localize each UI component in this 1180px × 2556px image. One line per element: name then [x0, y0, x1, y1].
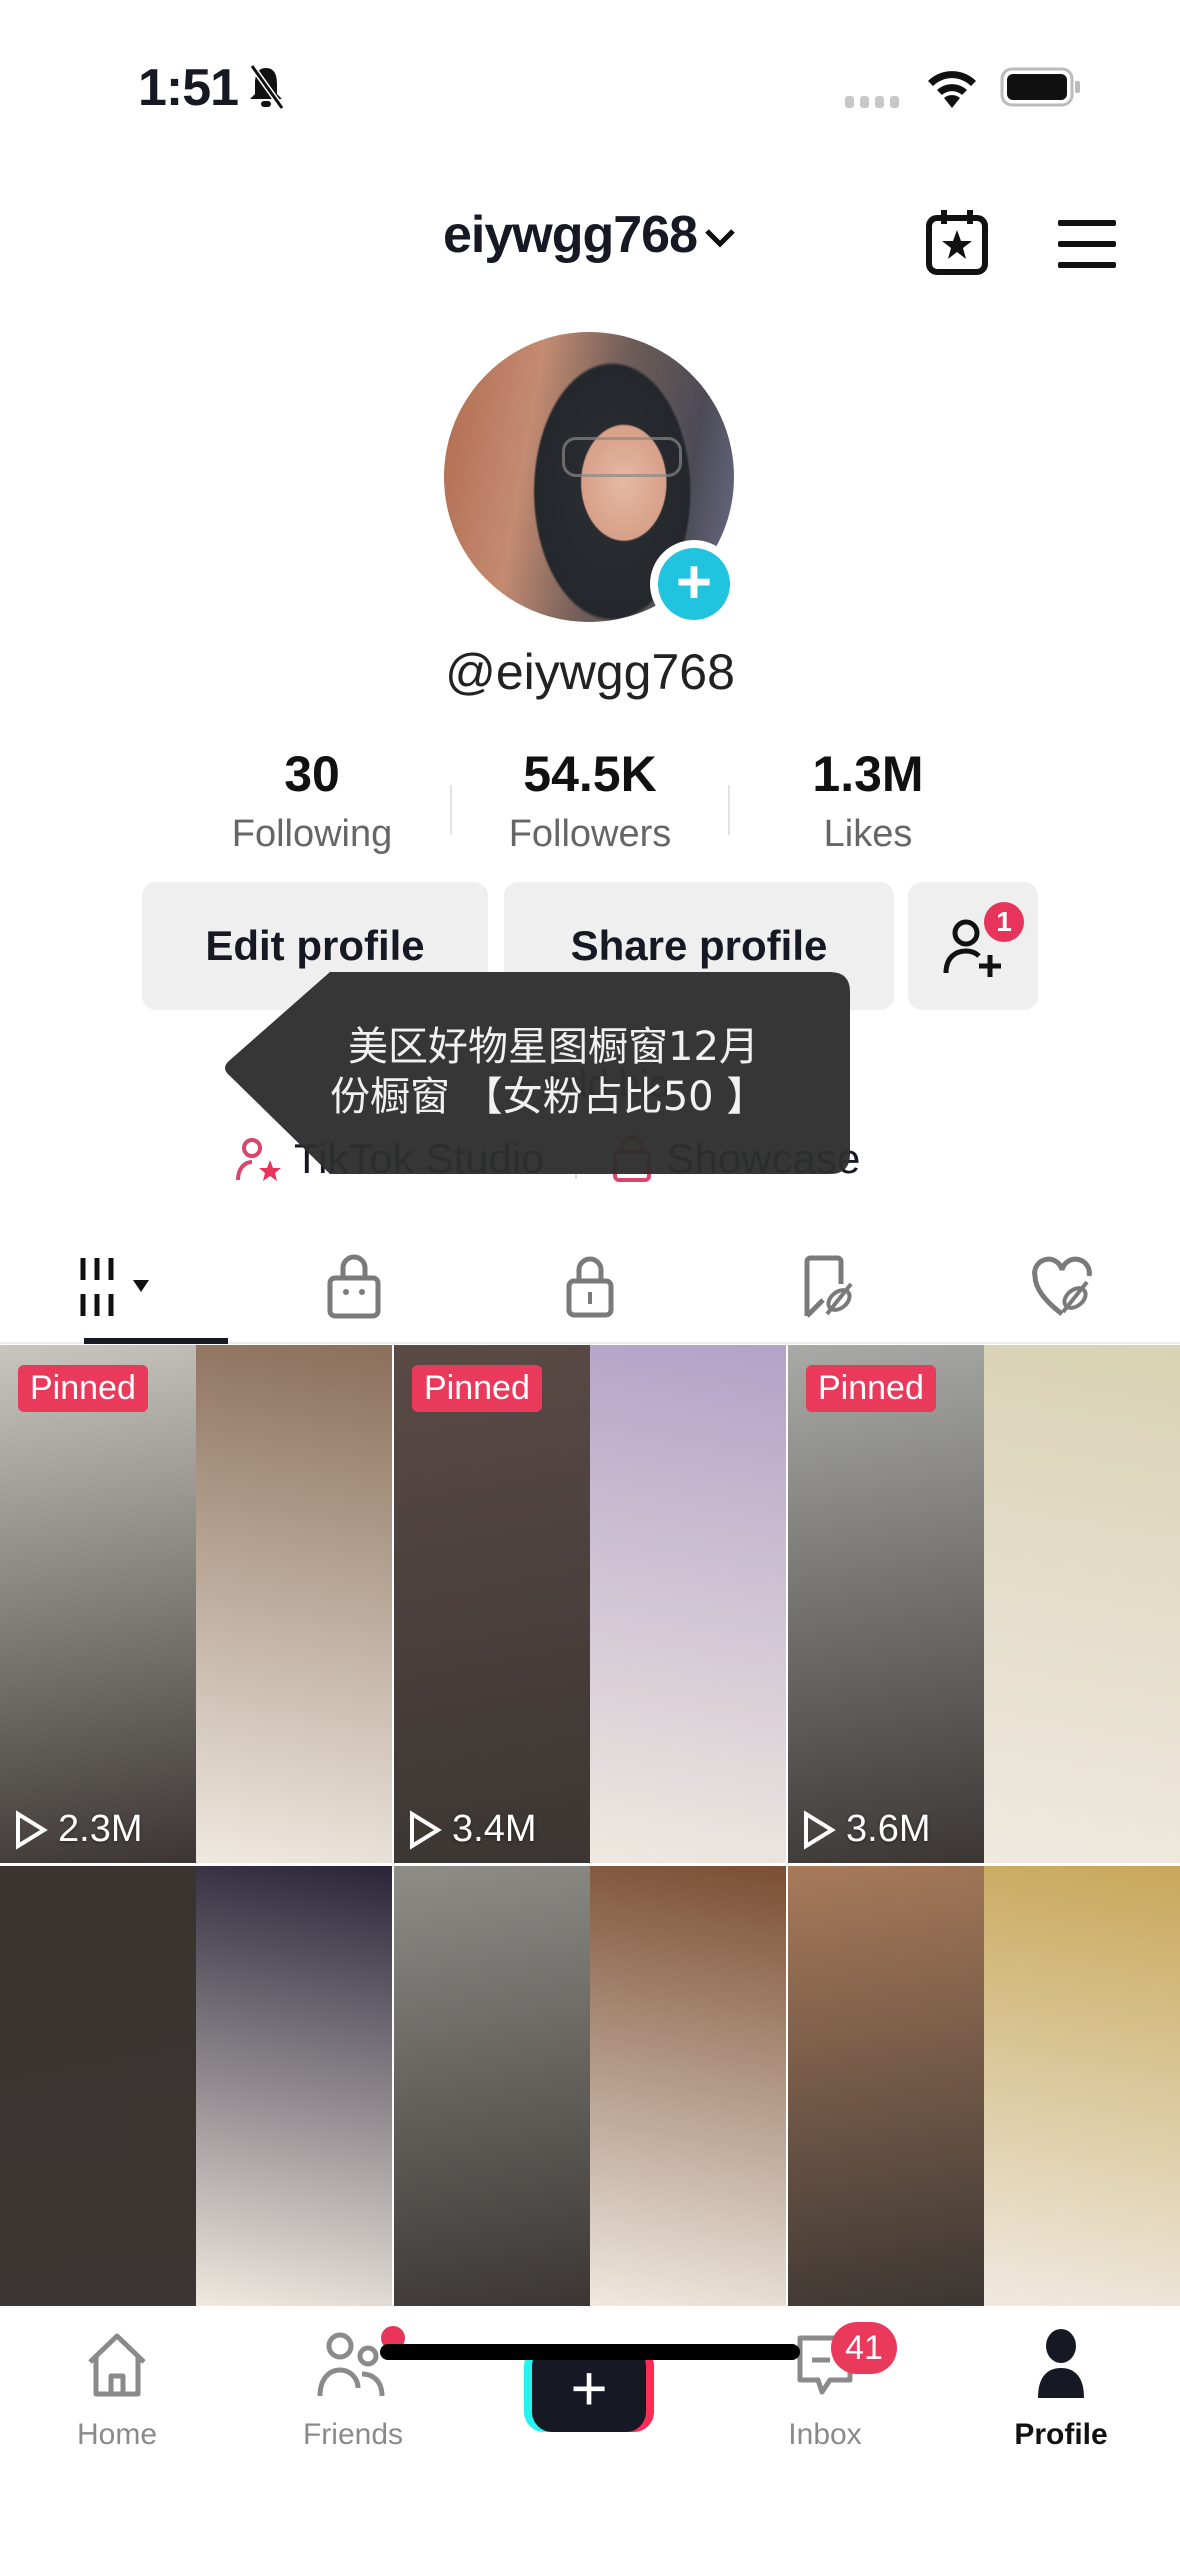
bell-muted-icon	[249, 64, 285, 110]
status-time: 1:51	[138, 59, 239, 117]
profile-stats: 30 Following 54.5K Followers 1.3M Likes	[0, 745, 1180, 856]
hidden-liked-heart-icon	[1032, 1256, 1092, 1316]
tab-private[interactable]	[472, 1232, 708, 1342]
nav-home-label: Home	[76, 2418, 158, 2451]
tab-reposts[interactable]	[708, 1232, 944, 1342]
video-tile[interactable]: Pinned 3.4M	[394, 1345, 786, 1863]
content-tabs	[0, 1232, 1180, 1344]
likes-count: 1.3M	[812, 746, 924, 802]
inbox-badge: 41	[831, 2322, 897, 2374]
view-count: 3.6M	[802, 1808, 930, 1851]
nav-friends-label: Friends	[302, 2418, 404, 2451]
view-count-text: 3.4M	[452, 1808, 537, 1850]
stat-followers[interactable]: 54.5K Followers	[452, 745, 728, 856]
tooltip-line: 份橱窗 【女粉占比50 】	[330, 1074, 767, 1120]
view-count-text: 2.3M	[58, 1808, 143, 1850]
video-tile[interactable]: Pinned 3.6M	[788, 1345, 1180, 1863]
stat-likes[interactable]: 1.3M Likes	[730, 745, 1006, 856]
followers-count: 54.5K	[523, 746, 657, 802]
chevron-down-icon	[705, 229, 735, 248]
menu-button[interactable]	[1058, 220, 1116, 268]
home-indicator[interactable]	[380, 2344, 800, 2360]
tab-liked[interactable]	[944, 1232, 1180, 1342]
video-tile[interactable]	[0, 1866, 392, 2306]
profile-icon	[1038, 2329, 1084, 2398]
view-count: 3.4M	[408, 1808, 536, 1851]
view-count: 2.3M	[14, 1808, 142, 1851]
account-switcher[interactable]: eiywgg768	[0, 205, 1180, 265]
tooltip-line: 美区好物星图橱窗12月	[348, 1024, 759, 1070]
videos-grid-icon	[80, 1258, 149, 1316]
cellular-signal-icon	[845, 96, 899, 108]
play-icon	[16, 1809, 48, 1850]
friend-requests-badge: 1	[984, 902, 1024, 942]
following-label: Following	[231, 813, 393, 855]
wifi-icon	[928, 71, 976, 108]
profile-handle: @eiywgg768	[445, 644, 735, 700]
tooltip-overlay: 美区好物星图橱窗12月 份橱窗 【女粉占比50 】	[220, 972, 850, 1174]
followers-label: Followers	[508, 813, 672, 855]
play-icon	[804, 1809, 836, 1850]
nav-profile[interactable]: Profile	[971, 2326, 1151, 2452]
video-grid: Pinned 2.3M Pinned 3.4M Pinned 3.6M	[0, 1345, 1180, 2306]
pinned-badge: Pinned	[412, 1365, 542, 1412]
following-count: 30	[284, 746, 340, 802]
add-avatar-button[interactable]: +	[650, 540, 738, 628]
video-tile[interactable]: Pinned 2.3M	[0, 1345, 392, 1863]
likes-label: Likes	[823, 813, 913, 855]
lock-icon	[566, 1256, 614, 1318]
nav-home[interactable]: Home	[27, 2326, 207, 2452]
video-tile[interactable]	[788, 1866, 1180, 2306]
calendar-star-icon[interactable]	[924, 208, 990, 276]
pinned-badge: Pinned	[806, 1365, 936, 1412]
tab-shop[interactable]	[236, 1232, 472, 1342]
nav-profile-label: Profile	[1014, 2418, 1108, 2451]
stat-following[interactable]: 30 Following	[174, 745, 450, 856]
nav-inbox-label: Inbox	[788, 2418, 862, 2451]
header-username: eiywgg768	[442, 206, 698, 264]
shop-bag-icon	[327, 1254, 381, 1319]
view-count-text: 3.6M	[846, 1808, 931, 1850]
video-tile[interactable]	[394, 1866, 786, 2306]
play-icon	[410, 1809, 442, 1850]
hidden-favorites-icon	[804, 1255, 853, 1318]
battery-icon	[1000, 67, 1080, 107]
tooltip-text: 美区好物星图橱窗12月 份橱窗 【女粉占比50 】	[330, 1022, 810, 1122]
plus-icon: +	[658, 548, 730, 620]
add-friends-button[interactable]: 1	[908, 882, 1038, 1010]
pinned-badge: Pinned	[18, 1365, 148, 1412]
home-icon	[88, 2333, 146, 2397]
tab-videos[interactable]	[0, 1232, 236, 1344]
